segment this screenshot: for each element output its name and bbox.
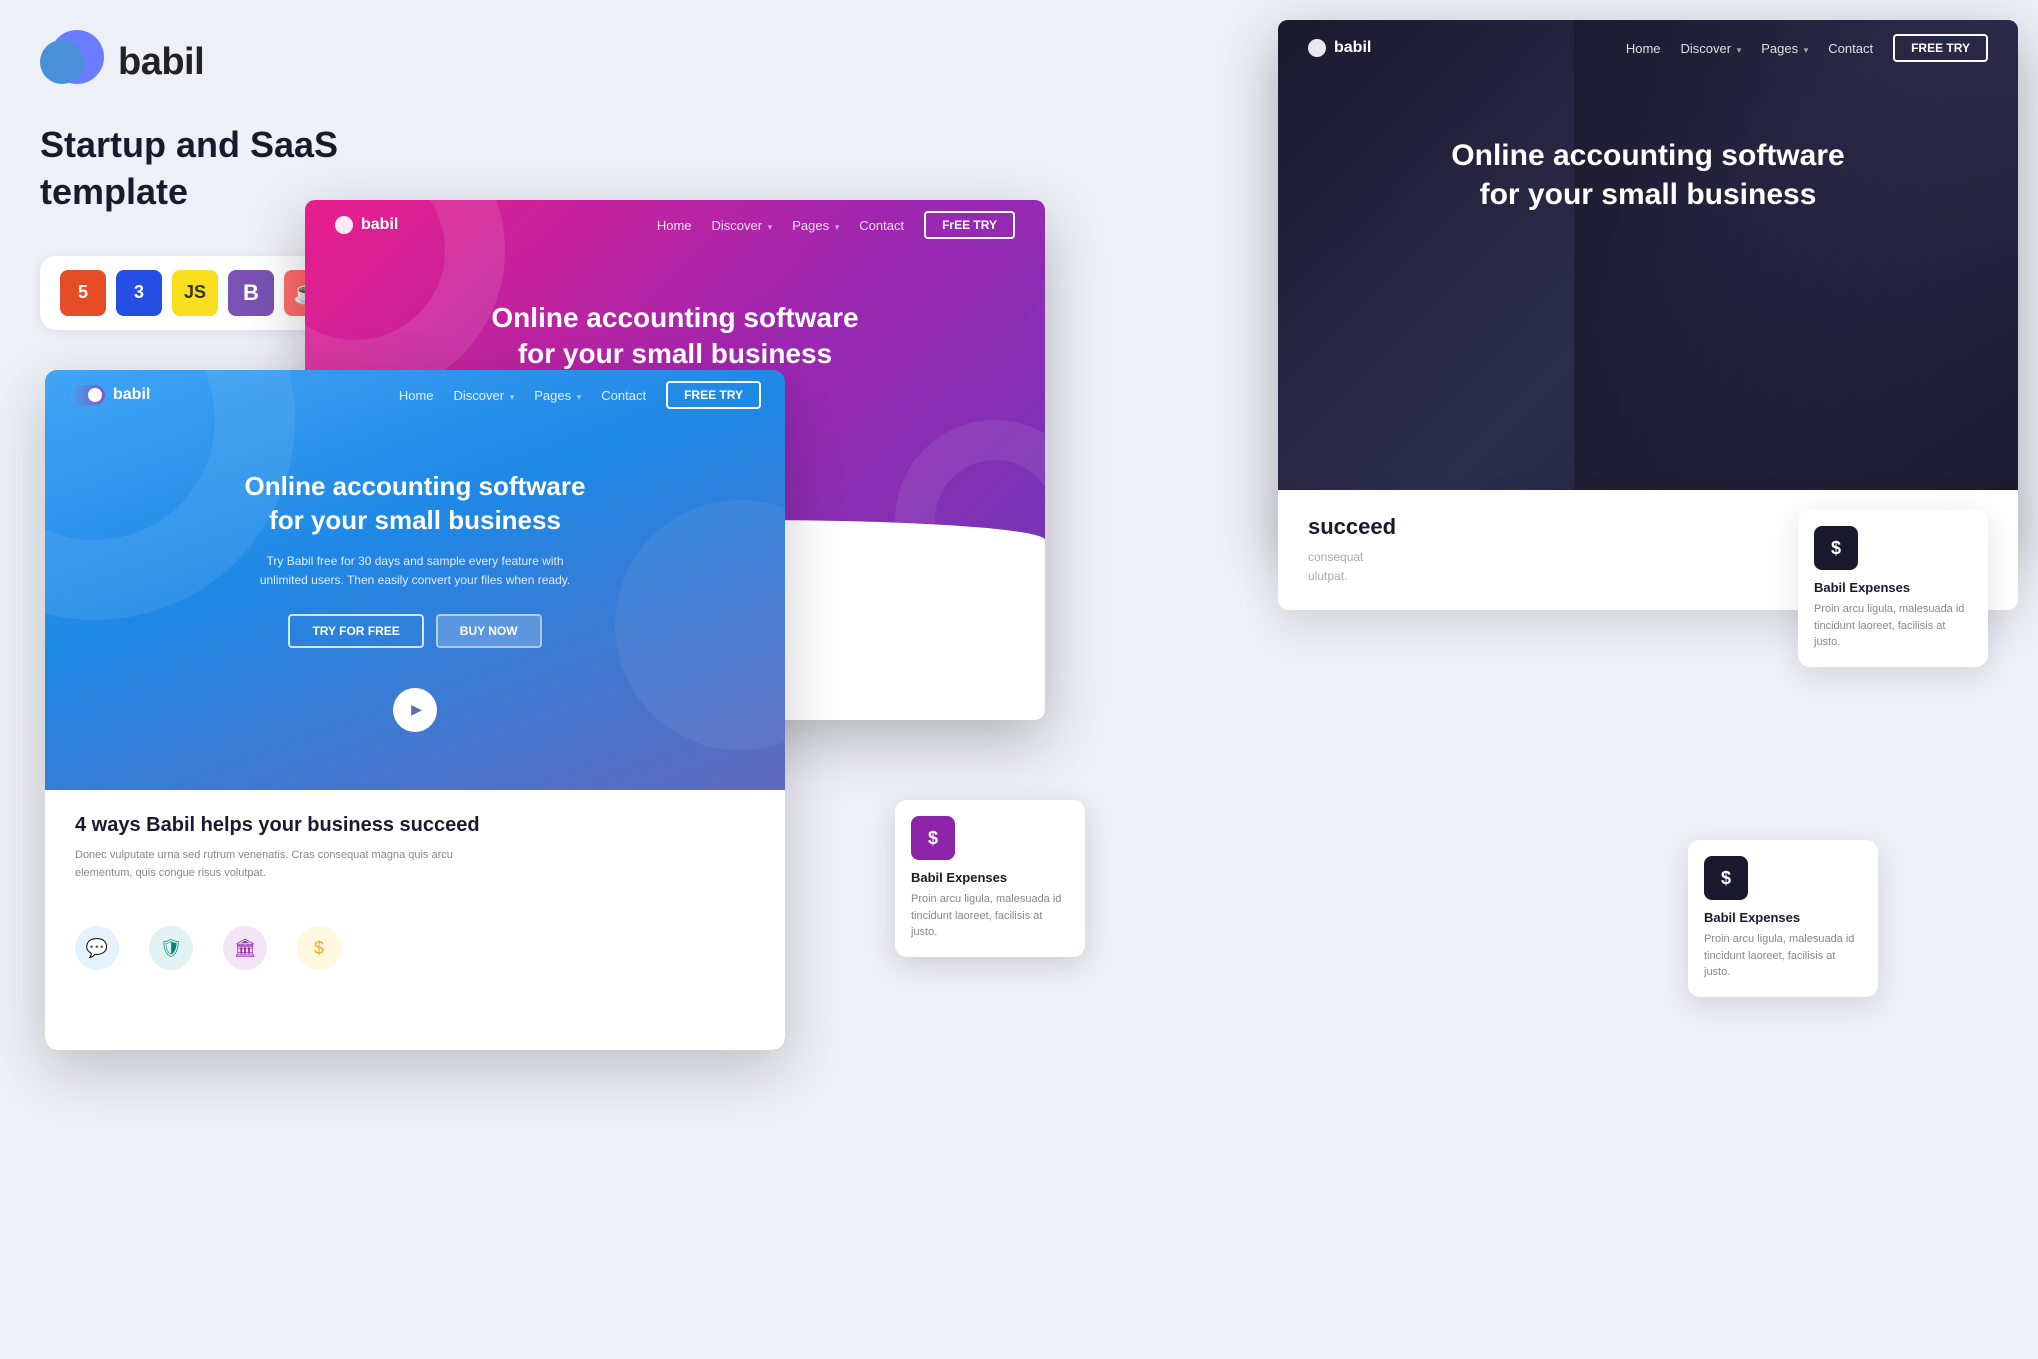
dark-nav-pages[interactable]: Pages ▾ xyxy=(1761,41,1808,56)
blue-hero-title: Online accounting software for your smal… xyxy=(75,470,755,538)
blue-section-title: 4 ways Babil helps your business succeed xyxy=(75,814,755,837)
dark-cta-button[interactable]: FREE TRY xyxy=(1893,34,1988,62)
try-free-button[interactable]: TRY FOR FREE xyxy=(288,614,423,648)
pink-logo-name: babil xyxy=(361,216,398,234)
css3-badge: 3 xyxy=(116,270,162,316)
blue-nav-discover[interactable]: Discover ▾ xyxy=(454,388,515,403)
logo-row: babil xyxy=(40,30,540,94)
blue-cta-button[interactable]: FREE TRY xyxy=(666,381,761,409)
pink-nav-contact[interactable]: Contact xyxy=(859,218,904,233)
blue-icon-1: 💬 xyxy=(75,926,119,970)
blue-nav-pages[interactable]: Pages ▾ xyxy=(534,388,581,403)
blue-hero-subtitle: Try Babil free for 30 days and sample ev… xyxy=(245,552,585,590)
dark-nav-home[interactable]: Home xyxy=(1626,41,1661,56)
dark-card-icon-box: $ xyxy=(1814,526,1858,570)
shield-icon: 🛡 xyxy=(149,926,193,970)
pink-nav-discover[interactable]: Discover ▾ xyxy=(712,218,773,233)
blue-icon-4: $ xyxy=(297,926,341,970)
html5-badge: 5 xyxy=(60,270,106,316)
js-badge: JS xyxy=(172,270,218,316)
blue-hero: Online accounting software for your smal… xyxy=(45,420,785,668)
pink-expenses-card: $ Babil Expenses Proin arcu ligula, male… xyxy=(895,800,1085,957)
dark-template-content: babil Home Discover ▾ Pages ▾ Contact FR… xyxy=(1278,20,2018,244)
discover-arrow-icon: ▾ xyxy=(1737,45,1742,55)
logo-icon xyxy=(40,30,104,94)
dark-logo: babil xyxy=(1308,39,1371,57)
pink-card-title: Babil Expenses xyxy=(911,870,1069,885)
blue-logo-toggle: babil xyxy=(69,385,150,405)
dark-hero-title: Online accounting software for your smal… xyxy=(1308,136,1988,214)
dark-hero: Online accounting software for your smal… xyxy=(1278,76,2018,244)
chat-icon: 💬 xyxy=(75,926,119,970)
pink-logo: babil xyxy=(335,216,398,234)
dark-nav: babil Home Discover ▾ Pages ▾ Contact FR… xyxy=(1278,20,2018,76)
pink-nav: babil Home Discover ▾ Pages ▾ Contact Fr… xyxy=(305,200,1045,250)
blue-content: babil Home Discover ▾ Pages ▾ Contact FR… xyxy=(45,370,785,732)
right-expenses-card: $ Babil Expenses Proin arcu ligula, male… xyxy=(1688,840,1878,997)
blue-icon-3: 🏛 xyxy=(223,926,267,970)
blue-nav-links: Home Discover ▾ Pages ▾ Contact FREE TRY xyxy=(399,381,761,409)
right-card-title: Babil Expenses xyxy=(1704,910,1862,925)
blue-pages-arrow: ▾ xyxy=(577,392,582,402)
dark-nav-contact[interactable]: Contact xyxy=(1828,41,1873,56)
blue-section-subtitle: Donec vulputate urna sed rutrum venenati… xyxy=(75,847,475,882)
dark-expenses-card: $ Babil Expenses Proin arcu ligula, male… xyxy=(1798,510,1988,667)
pages-arrow-icon: ▾ xyxy=(1804,45,1809,55)
bank-icon: 🏛 xyxy=(223,926,267,970)
pink-discover-arrow: ▾ xyxy=(768,222,773,232)
dark-template: babil Home Discover ▾ Pages ▾ Contact FR… xyxy=(1278,20,2018,540)
dark-nav-links: Home Discover ▾ Pages ▾ Contact FREE TRY xyxy=(1626,34,1988,62)
right-card-text: Proin arcu ligula, malesuada id tincidun… xyxy=(1704,931,1862,981)
blue-logo-name: babil xyxy=(113,386,150,404)
dark-nav-discover[interactable]: Discover ▾ xyxy=(1681,41,1742,56)
blue-nav: babil Home Discover ▾ Pages ▾ Contact FR… xyxy=(45,370,785,420)
pink-nav-links: Home Discover ▾ Pages ▾ Contact FrEE TRY xyxy=(657,211,1015,239)
pink-hero-title: Online accounting software for your smal… xyxy=(335,300,1015,373)
blue-template: babil Home Discover ▾ Pages ▾ Contact FR… xyxy=(45,370,785,1050)
dark-card-title: Babil Expenses xyxy=(1814,580,1972,595)
play-button[interactable] xyxy=(393,688,437,732)
blue-icon-2: 🛡 xyxy=(149,926,193,970)
pink-content: babil Home Discover ▾ Pages ▾ Contact Fr… xyxy=(305,200,1045,393)
pink-logo-dot xyxy=(335,216,353,234)
pink-pages-arrow: ▾ xyxy=(835,222,840,232)
blue-discover-arrow: ▾ xyxy=(510,392,515,402)
dark-card-text: Proin arcu ligula, malesuada id tincidun… xyxy=(1814,601,1972,651)
blue-white-content: 4 ways Babil helps your business succeed… xyxy=(45,790,785,906)
pink-card-icon-box: $ xyxy=(911,816,955,860)
blue-nav-contact[interactable]: Contact xyxy=(601,388,646,403)
dark-logo-name: babil xyxy=(1334,39,1371,57)
pink-nav-home[interactable]: Home xyxy=(657,218,692,233)
toggle-pill[interactable] xyxy=(69,385,105,405)
pink-cta-button[interactable]: FrEE TRY xyxy=(924,211,1015,239)
logo-circle-front xyxy=(40,40,84,84)
pink-nav-pages[interactable]: Pages ▾ xyxy=(792,218,839,233)
blue-hero-buttons: TRY FOR FREE BUY NOW xyxy=(75,614,755,648)
buy-now-button[interactable]: BUY NOW xyxy=(436,614,542,648)
blue-nav-home[interactable]: Home xyxy=(399,388,434,403)
dark-white-section: succeed consequat ulutpat. $ Babil Expen… xyxy=(1278,490,2018,610)
dark-logo-dot xyxy=(1308,39,1326,57)
bootstrap-badge: B xyxy=(228,270,274,316)
blue-white-section: 4 ways Babil helps your business succeed… xyxy=(45,790,785,1050)
dollar-icon: $ xyxy=(297,926,341,970)
pink-card-text: Proin arcu ligula, malesuada id tincidun… xyxy=(911,891,1069,941)
right-card-icon-box: $ xyxy=(1704,856,1748,900)
logo-text: babil xyxy=(118,41,204,84)
blue-icons-row: 💬 🛡 🏛 $ xyxy=(45,906,785,970)
